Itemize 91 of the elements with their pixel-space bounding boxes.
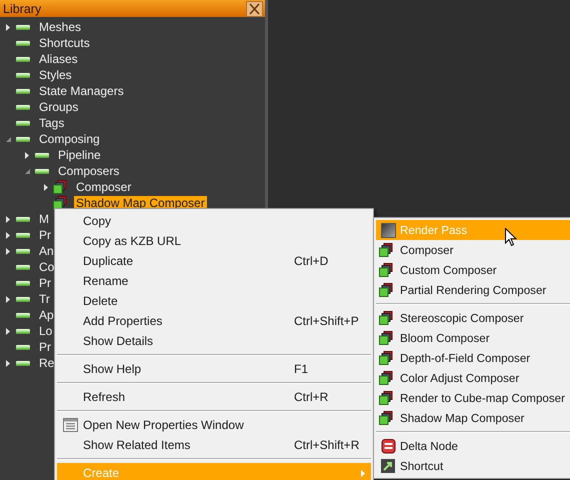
tree-item[interactable]: Lo: [37, 324, 54, 338]
menu-item[interactable]: Color Adjust Composer: [376, 368, 570, 388]
expand-arrow-icon[interactable]: [44, 184, 48, 190]
expand-arrow-icon[interactable]: [6, 216, 10, 222]
stacked-squares-icon: [378, 411, 392, 425]
stacked-squares-icon: [378, 311, 392, 325]
menu-item[interactable]: Show Help F1: [57, 359, 371, 379]
tree-item[interactable]: M: [37, 212, 51, 226]
tree-item[interactable]: Ap: [37, 308, 56, 322]
menu-item[interactable]: Delete: [57, 291, 371, 311]
menu-item[interactable]: Add Properties Ctrl+Shift+P: [57, 311, 371, 331]
delta-node-icon: [380, 438, 396, 454]
menu-item[interactable]: Partial Rendering Composer: [376, 280, 570, 300]
stacked-squares-icon: [378, 391, 392, 405]
stacked-squares-icon: [378, 331, 392, 345]
tree-item[interactable]: Composer: [74, 180, 134, 194]
menu-item[interactable]: Shortcut: [376, 456, 570, 476]
tree-item[interactable]: Composers: [56, 164, 122, 178]
submenu-arrow-icon: [361, 470, 365, 476]
folder-bar-icon: [16, 312, 30, 318]
folder-bar-icon: [16, 344, 30, 350]
folder-bar-icon: [16, 264, 30, 270]
shortcut-arrow-icon: [381, 459, 395, 473]
expand-arrow-icon[interactable]: [6, 360, 10, 366]
tree-item[interactable]: State Managers: [37, 84, 126, 98]
menu-item[interactable]: Show Details: [57, 331, 371, 351]
folder-bar-icon: [16, 280, 30, 286]
folder-bar-icon: [16, 232, 30, 238]
menu-item[interactable]: Show Related Items Ctrl+Shift+R: [57, 435, 371, 455]
tree-item[interactable]: Aliases: [37, 52, 80, 66]
menu-item[interactable]: Duplicate Ctrl+D: [57, 251, 371, 271]
tree-item[interactable]: Tr: [37, 292, 52, 306]
stacked-squares-icon: [378, 371, 392, 385]
tree-item[interactable]: Re: [37, 356, 56, 370]
tree-item[interactable]: Pr: [37, 228, 53, 242]
tree-item[interactable]: Composing: [37, 132, 102, 146]
folder-bar-icon: [35, 168, 49, 174]
tree-item[interactable]: Pr: [37, 340, 53, 354]
tree-item[interactable]: Co: [37, 260, 56, 274]
folder-bar-icon: [16, 88, 30, 94]
menu-item[interactable]: Delta Node: [376, 436, 570, 456]
folder-bar-icon: [16, 120, 30, 126]
menu-item[interactable]: Rename: [57, 271, 371, 291]
square-icon: [380, 222, 396, 238]
folder-bar-icon: [16, 136, 30, 142]
tree-item[interactable]: Pr: [37, 276, 53, 290]
tree-item[interactable]: An: [37, 244, 56, 258]
expand-arrow-icon[interactable]: [6, 232, 10, 238]
close-icon[interactable]: [246, 0, 263, 16]
menu-item[interactable]: Stereoscopic Composer: [376, 308, 570, 328]
menu-item[interactable]: Copy as KZB URL: [57, 231, 371, 251]
stacked-squares-icon: [378, 243, 392, 257]
folder-bar-icon: [16, 56, 30, 62]
tree-item[interactable]: Groups: [37, 100, 80, 114]
properties-window-icon: [62, 418, 78, 432]
tree-item[interactable]: Pipeline: [56, 148, 103, 162]
menu-item[interactable]: Custom Composer: [376, 260, 570, 280]
mouse-cursor-icon: [505, 228, 517, 247]
stacked-squares-icon: [378, 351, 392, 365]
stacked-squares-icon: [53, 180, 67, 194]
menu-item[interactable]: Render to Cube-map Composer: [376, 388, 570, 408]
collapse-arrow-icon[interactable]: [6, 136, 10, 142]
menu-item[interactable]: Depth-of-Field Composer: [376, 348, 570, 368]
tree-item[interactable]: Shortcuts: [37, 36, 92, 50]
expand-arrow-icon[interactable]: [6, 328, 10, 334]
tree-item[interactable]: Tags: [37, 116, 66, 130]
menu-item[interactable]: Open New Properties Window: [57, 415, 371, 435]
folder-bar-icon: [16, 360, 30, 366]
folder-bar-icon: [16, 40, 30, 46]
tree-item[interactable]: Styles: [37, 68, 74, 82]
menu-item[interactable]: Shadow Map Composer: [376, 408, 570, 428]
folder-bar-icon: [35, 152, 49, 158]
tree-item[interactable]: Meshes: [37, 20, 84, 34]
folder-bar-icon: [16, 24, 30, 30]
panel-title: Library: [3, 2, 42, 16]
stacked-squares-icon: [378, 283, 392, 297]
menu-item[interactable]: Bloom Composer: [376, 328, 570, 348]
menu-item[interactable]: Refresh Ctrl+R: [57, 387, 371, 407]
folder-bar-icon: [16, 72, 30, 78]
menu-item[interactable]: Copy: [57, 211, 371, 231]
stacked-squares-icon: [378, 263, 392, 277]
folder-bar-icon: [16, 216, 30, 222]
folder-bar-icon: [16, 328, 30, 334]
expand-arrow-icon[interactable]: [6, 296, 10, 302]
folder-bar-icon: [16, 296, 30, 302]
folder-bar-icon: [16, 248, 30, 254]
expand-arrow-icon[interactable]: [6, 24, 10, 30]
expand-arrow-icon[interactable]: [25, 152, 29, 158]
expand-arrow-icon[interactable]: [6, 248, 10, 254]
folder-bar-icon: [16, 104, 30, 110]
collapse-arrow-icon[interactable]: [24, 168, 30, 174]
